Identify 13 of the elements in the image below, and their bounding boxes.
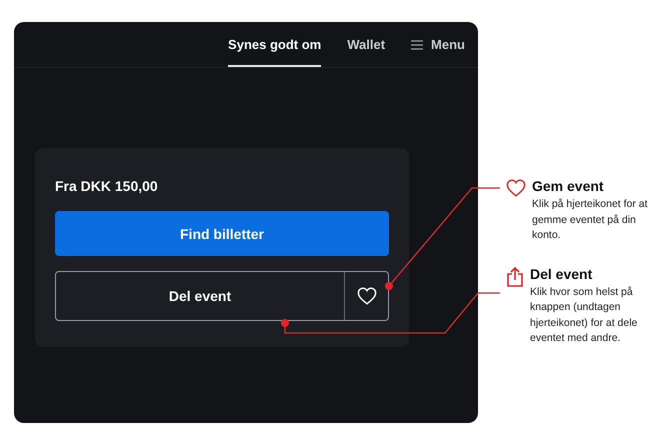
nav-tab[interactable]: Wallet	[347, 22, 386, 67]
annotation-title: Del event	[530, 266, 594, 282]
heart-icon	[506, 179, 526, 197]
menu-button[interactable]: Menu	[411, 22, 465, 67]
annotation-text: Klik på hjerteikonet for at gemme eventet på din konto.	[532, 197, 649, 243]
menu-icon	[411, 40, 424, 50]
find-tickets-button[interactable]: Find billetter	[55, 211, 389, 256]
annotation-text: Klik hvor som helst på knappen (undtagen hjerteikonet) for at dele eventet med andre.	[530, 284, 638, 346]
heart-icon	[356, 287, 376, 305]
price-label: Fra DKK 150,00	[55, 178, 158, 194]
nav-tab[interactable]: Synes godt om	[228, 22, 322, 67]
share-icon	[506, 266, 524, 286]
annotation-title: Gem event	[532, 178, 605, 194]
